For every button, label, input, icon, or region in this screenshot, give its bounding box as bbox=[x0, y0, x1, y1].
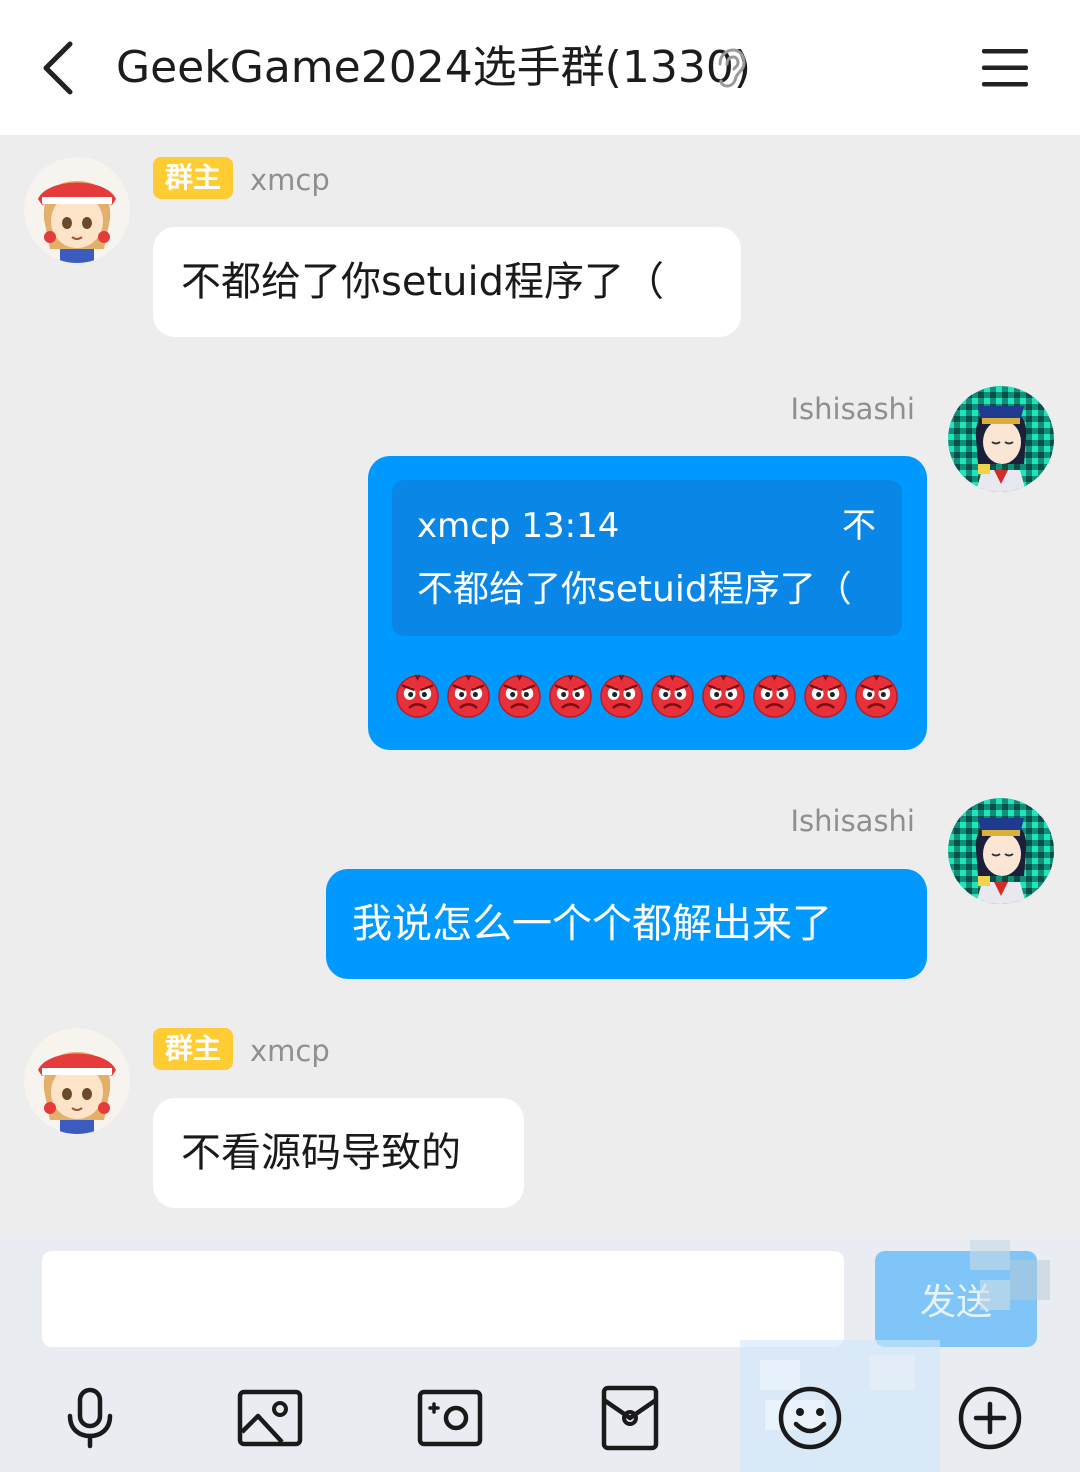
group-title[interactable]: GeekGame2024选手群(1330) bbox=[116, 38, 751, 98]
sender-name[interactable]: xmcp bbox=[250, 1030, 330, 1072]
avatar[interactable] bbox=[948, 386, 1054, 492]
angry-face-icon bbox=[753, 674, 796, 718]
ear-icon[interactable] bbox=[714, 48, 748, 90]
emoji-row bbox=[394, 672, 900, 720]
red-packet-icon[interactable] bbox=[596, 1384, 664, 1452]
quote-sender: xmcp bbox=[417, 506, 511, 546]
angry-face-icon bbox=[651, 674, 694, 718]
avatar[interactable] bbox=[24, 157, 130, 263]
sender-name[interactable]: Ishisashi bbox=[790, 800, 915, 842]
microphone-icon[interactable] bbox=[56, 1384, 124, 1452]
message-bubble[interactable]: 不看源码导致的 bbox=[153, 1098, 524, 1208]
angry-face-icon bbox=[498, 674, 541, 718]
plus-circle-icon[interactable] bbox=[956, 1384, 1024, 1452]
reply-message-bubble[interactable]: xmcp 13:14 不 不都给了你setuid程序了（ bbox=[368, 456, 927, 750]
image-icon[interactable] bbox=[236, 1384, 304, 1452]
quoted-message[interactable]: xmcp 13:14 不 不都给了你setuid程序了（ bbox=[392, 480, 902, 636]
owner-badge: 群主 bbox=[153, 157, 234, 199]
message-bubble[interactable]: 不都给了你setuid程序了（ bbox=[153, 227, 741, 337]
message-input[interactable] bbox=[42, 1251, 844, 1347]
quote-header: xmcp 13:14 bbox=[417, 504, 619, 548]
avatar[interactable] bbox=[24, 1028, 130, 1134]
send-button[interactable]: 发送 bbox=[875, 1251, 1037, 1347]
owner-badge: 群主 bbox=[153, 1028, 234, 1070]
angry-face-icon bbox=[855, 674, 898, 718]
angry-face-icon bbox=[804, 674, 847, 718]
input-area: 发送 bbox=[0, 1235, 1080, 1472]
quote-time: 13:14 bbox=[521, 506, 620, 546]
avatar-image bbox=[948, 386, 1054, 492]
avatar-image bbox=[24, 157, 130, 263]
camera-icon[interactable] bbox=[416, 1384, 484, 1452]
hamburger-menu-icon[interactable] bbox=[980, 46, 1030, 90]
chat-header: GeekGame2024选手群(1330) bbox=[0, 0, 1080, 135]
sender-name[interactable]: xmcp bbox=[250, 159, 330, 201]
avatar-image bbox=[24, 1028, 130, 1134]
angry-face-icon bbox=[447, 674, 490, 718]
message-bubble[interactable]: 我说怎么一个个都解出来了 bbox=[326, 869, 927, 979]
sender-name[interactable]: Ishisashi bbox=[790, 388, 915, 430]
angry-face-icon bbox=[549, 674, 592, 718]
angry-face-icon bbox=[600, 674, 643, 718]
avatar-image bbox=[948, 798, 1054, 904]
quote-jump-arrow[interactable]: 不 bbox=[842, 504, 876, 548]
quote-text: 不都给了你setuid程序了（ bbox=[417, 569, 852, 610]
angry-face-icon bbox=[396, 674, 439, 718]
angry-face-icon bbox=[702, 674, 745, 718]
chevron-left-icon[interactable] bbox=[34, 38, 84, 98]
avatar[interactable] bbox=[948, 798, 1054, 904]
emoji-icon[interactable] bbox=[776, 1384, 844, 1452]
